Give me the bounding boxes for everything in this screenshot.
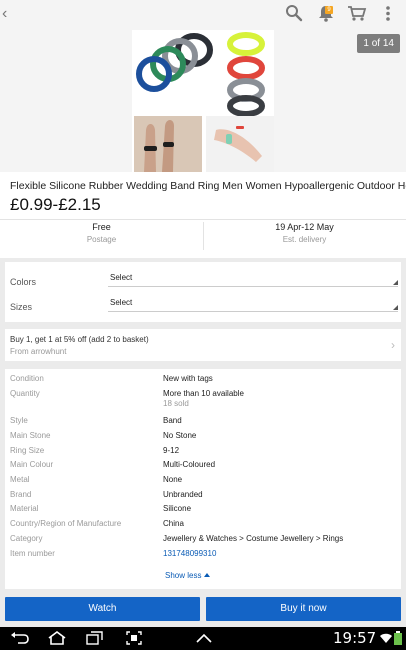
cart-icon[interactable] bbox=[347, 4, 367, 22]
notification-badge: 9 bbox=[325, 6, 333, 14]
multibuy-promo[interactable]: Buy 1, get 1 at 5% off (add 2 to basket)… bbox=[5, 329, 401, 361]
divider bbox=[0, 219, 406, 220]
system-nav-bar: 19:57 bbox=[0, 627, 406, 650]
detail-value: New with tags bbox=[163, 374, 213, 383]
caret-up-icon bbox=[204, 573, 211, 577]
product-photo bbox=[132, 30, 274, 172]
detail-value: Jewellery & Watches > Costume Jewellery … bbox=[163, 534, 344, 543]
colors-label: Colors bbox=[10, 277, 37, 287]
item-specifics: Condition New with tags Quantity More than… bbox=[5, 369, 401, 589]
detail-key: Ring Size bbox=[10, 446, 45, 455]
detail-key: Item number bbox=[10, 549, 55, 558]
colors-selector-row: Colors Select bbox=[5, 264, 401, 290]
detail-key: Main Colour bbox=[10, 460, 54, 469]
detail-value: None bbox=[163, 475, 183, 484]
delivery-value: 19 Apr-12 May bbox=[275, 222, 334, 232]
sold-count: 18 sold bbox=[163, 399, 189, 408]
detail-value: China bbox=[163, 519, 184, 528]
chevron-right-icon: › bbox=[391, 338, 395, 352]
detail-value: More than 10 available bbox=[163, 389, 244, 398]
detail-value: 9-12 bbox=[163, 446, 180, 455]
detail-key: Country/Region of Manufacture bbox=[10, 519, 122, 528]
postage-info: Free Postage bbox=[0, 222, 203, 244]
detail-key: Metal bbox=[10, 475, 30, 484]
delivery-info: 19 Apr-12 May Est. delivery bbox=[203, 222, 406, 244]
image-gallery[interactable]: 1 of 14 bbox=[0, 30, 406, 172]
sizes-label: Sizes bbox=[10, 302, 33, 312]
detail-key: Main Stone bbox=[10, 431, 51, 440]
back-arrow-icon[interactable]: ‹ bbox=[2, 5, 7, 23]
search-icon[interactable] bbox=[285, 4, 303, 22]
detail-value: Multi-Coloured bbox=[163, 460, 216, 469]
colors-value: Select bbox=[110, 273, 133, 282]
detail-key: Category bbox=[10, 534, 43, 543]
product-price: £0.99-£2.15 bbox=[10, 195, 101, 214]
detail-key: Condition bbox=[10, 374, 44, 383]
wifi-icon bbox=[380, 633, 392, 643]
image-counter: 1 of 14 bbox=[357, 34, 400, 53]
variation-selectors: Colors Select Sizes Select bbox=[5, 262, 401, 322]
home-nav-icon[interactable] bbox=[47, 631, 67, 645]
product-title: Flexible Silicone Rubber Wedding Band Ri… bbox=[10, 180, 406, 192]
dropdown-arrow-icon bbox=[393, 305, 398, 310]
detail-key: Material bbox=[10, 504, 39, 513]
delivery-label: Est. delivery bbox=[282, 235, 327, 244]
watch-button[interactable]: Watch bbox=[5, 597, 200, 621]
item-number-link[interactable]: 131748099310 bbox=[163, 549, 216, 558]
detail-key: Brand bbox=[10, 490, 32, 499]
colors-dropdown[interactable]: Select bbox=[108, 271, 398, 287]
silicone-rings-image bbox=[134, 32, 274, 172]
screenshot-icon[interactable] bbox=[126, 631, 142, 645]
system-clock: 19:57 bbox=[333, 629, 377, 647]
promo-seller: From arrowhunt bbox=[10, 347, 67, 356]
postage-value: Free bbox=[92, 222, 111, 232]
postage-label: Postage bbox=[86, 235, 117, 244]
battery-icon bbox=[394, 631, 402, 645]
product-summary: Flexible Silicone Rubber Wedding Band Ri… bbox=[0, 172, 406, 258]
promo-text: Buy 1, get 1 at 5% off (add 2 to basket) bbox=[10, 335, 149, 344]
recents-nav-icon[interactable] bbox=[86, 631, 104, 645]
detail-value: No Stone bbox=[163, 431, 197, 440]
app-bar: ‹ 9 bbox=[0, 0, 406, 30]
show-less-link[interactable]: Show less bbox=[165, 571, 211, 580]
show-less-label: Show less bbox=[165, 571, 202, 580]
up-chevron-icon[interactable] bbox=[195, 631, 213, 645]
sizes-dropdown[interactable]: Select bbox=[108, 296, 398, 312]
buy-it-now-button[interactable]: Buy it now bbox=[206, 597, 401, 621]
detail-key: Quantity bbox=[10, 389, 40, 398]
back-nav-icon[interactable] bbox=[10, 631, 30, 645]
dropdown-arrow-icon bbox=[393, 280, 398, 285]
sizes-selector-row: Sizes Select bbox=[5, 289, 401, 315]
detail-value: Band bbox=[163, 416, 182, 425]
detail-value: Silicone bbox=[163, 504, 192, 513]
detail-value: Unbranded bbox=[163, 490, 203, 499]
detail-key: Style bbox=[10, 416, 28, 425]
overflow-menu-icon[interactable] bbox=[384, 4, 392, 22]
sizes-value: Select bbox=[110, 298, 133, 307]
